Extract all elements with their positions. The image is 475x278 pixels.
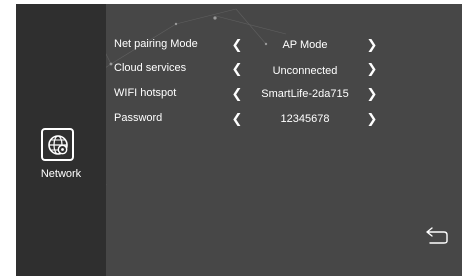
setting-label: Net pairing Mode: [114, 38, 198, 50]
chevron-right-icon[interactable]: ❯: [365, 61, 379, 77]
setting-value: 12345678: [280, 113, 330, 125]
chevron-left-icon[interactable]: ❮: [230, 61, 244, 77]
chevron-right-icon[interactable]: ❯: [365, 86, 379, 102]
setting-value: SmartLife-2da715: [261, 88, 349, 100]
setting-label: WIFI hotspot: [114, 87, 177, 99]
settings-screen: Network Net pairing Mode ❮ AP Mode ❯ Clo…: [16, 4, 462, 276]
setting-row-wifi-hotspot: WIFI hotspot ❮ SmartLife-2da715 ❯: [106, 85, 462, 105]
return-arrow-icon: [426, 227, 448, 244]
setting-value: AP Mode: [282, 39, 328, 51]
chevron-left-icon[interactable]: ❮: [230, 37, 244, 53]
chevron-left-icon[interactable]: ❮: [230, 111, 244, 127]
setting-row-net-pairing-mode: Net pairing Mode ❮ AP Mode ❯: [106, 36, 462, 56]
back-button[interactable]: [424, 226, 450, 246]
setting-label: Password: [114, 112, 163, 124]
network-tile[interactable]: [41, 128, 74, 161]
chevron-right-icon[interactable]: ❯: [365, 37, 379, 53]
setting-value: Unconnected: [272, 65, 338, 77]
chevron-right-icon[interactable]: ❯: [365, 111, 379, 127]
setting-label: Cloud services: [114, 62, 187, 74]
setting-row-password: Password ❮ 12345678 ❯: [106, 110, 462, 130]
setting-row-cloud-services: Cloud services ❮ Unconnected ❯: [106, 60, 462, 80]
network-icon: [47, 134, 68, 155]
chevron-left-icon[interactable]: ❮: [230, 86, 244, 102]
network-label: Network: [40, 168, 82, 180]
